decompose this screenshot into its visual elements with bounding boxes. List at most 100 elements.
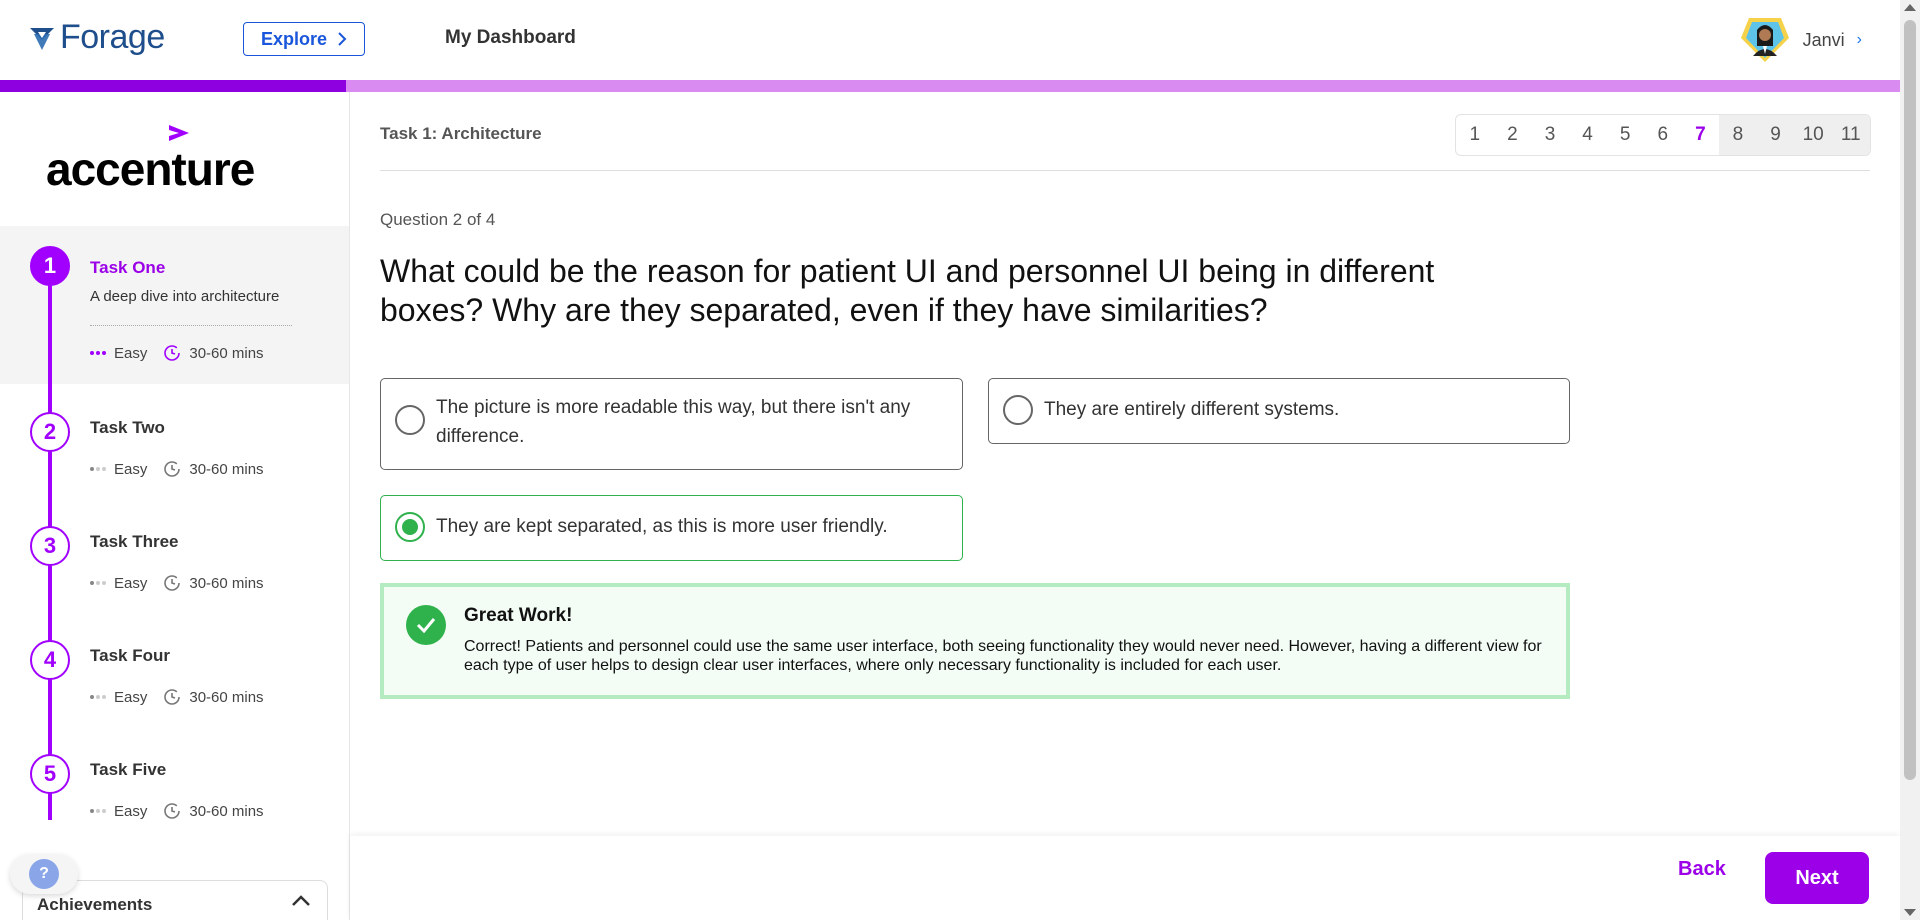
task-number-badge: 2 — [30, 412, 70, 452]
explore-button[interactable]: Explore — [243, 22, 365, 56]
page-11[interactable]: 11 — [1831, 115, 1870, 155]
task-number-badge: 3 — [30, 526, 70, 566]
feedback-box: Great Work! Correct! Patients and person… — [380, 583, 1570, 699]
difficulty-dots-icon — [90, 581, 106, 585]
task-number-badge: 1 — [30, 246, 70, 286]
task-item-5[interactable]: 5 Task Five Easy 30-60 mins — [0, 754, 349, 844]
chevron-up-icon[interactable] — [289, 891, 313, 909]
task-title: Task Four — [90, 646, 170, 665]
task-item-4[interactable]: 4 Task Four Easy 30-60 mins — [0, 640, 349, 730]
task-title: Task One — [90, 258, 166, 277]
radio-button-selected[interactable] — [395, 512, 425, 542]
task-heading: Task 1: Architecture — [380, 124, 542, 143]
scroll-up-arrow-icon[interactable] — [1904, 4, 1916, 11]
logo-text: Forage — [60, 18, 165, 56]
difficulty-dots-icon — [90, 695, 106, 699]
page-9[interactable]: 9 — [1756, 115, 1795, 155]
task-title: Task Three — [90, 532, 179, 551]
time-label: 30-60 mins — [189, 460, 264, 478]
time-label: 30-60 mins — [189, 688, 264, 706]
task-title: Task Two — [90, 418, 165, 437]
clock-icon — [164, 575, 181, 591]
page-2[interactable]: 2 — [1494, 115, 1532, 155]
task-meta: Easy 30-60 mins — [90, 802, 264, 820]
question-text: What could be the reason for patient UI … — [380, 253, 1435, 328]
difficulty-label: Easy — [114, 802, 148, 820]
difficulty-label: Easy — [114, 460, 148, 478]
page-10[interactable]: 10 — [1794, 115, 1832, 155]
question-pager: 1 2 3 4 5 6 7 8 9 10 11 — [1455, 114, 1871, 156]
page-7[interactable]: 7 — [1682, 115, 1720, 155]
explore-label: Explore — [260, 28, 328, 49]
page-1[interactable]: 1 — [1456, 115, 1494, 155]
task-number-badge: 4 — [30, 640, 70, 680]
check-icon — [406, 605, 446, 645]
difficulty-dots-icon — [90, 467, 106, 471]
brand-name: accenture — [46, 143, 255, 195]
chevron-right-icon: › — [1856, 31, 1862, 48]
answer-option-2[interactable]: They are entirely different systems. — [988, 378, 1570, 444]
difficulty-dots-icon — [90, 351, 106, 355]
answer-option-1[interactable]: The picture is more readable this way, b… — [380, 378, 963, 470]
heading-divider — [380, 170, 1870, 171]
page-8[interactable]: 8 — [1719, 115, 1757, 155]
forage-logo[interactable]: Forage — [28, 18, 165, 57]
user-name: Janvi — [1802, 29, 1845, 50]
clock-icon — [164, 689, 181, 705]
page-6[interactable]: 6 — [1644, 115, 1682, 155]
task-meta: Easy 30-60 mins — [90, 344, 264, 362]
user-menu[interactable]: Janvi › — [1739, 16, 1862, 64]
feedback-text: Correct! Patients and personnel could us… — [464, 638, 1542, 674]
page-3[interactable]: 3 — [1531, 115, 1569, 155]
task-divider — [90, 325, 292, 326]
avatar-icon — [1740, 18, 1789, 62]
forage-logo-icon — [30, 27, 54, 50]
chevron-right-icon — [338, 32, 347, 46]
help-button[interactable]: ? — [10, 854, 78, 894]
time-label: 30-60 mins — [189, 574, 264, 592]
difficulty-label: Easy — [114, 344, 148, 362]
radio-button[interactable] — [1003, 395, 1033, 425]
question-panel: Task 1: Architecture 1 2 3 4 5 6 7 8 9 10 11 Quest… — [350, 92, 1900, 920]
page-5[interactable]: 5 — [1606, 115, 1644, 155]
option-label: The picture is more readable this way, b… — [436, 397, 911, 447]
feedback-title: Great Work! — [464, 605, 573, 626]
task-sidebar: accenture 1 Task One A deep dive into ar… — [0, 92, 350, 920]
task-meta: Easy 30-60 mins — [90, 688, 264, 706]
task-meta: Easy 30-60 mins — [90, 574, 264, 592]
scroll-thumb[interactable] — [1904, 20, 1916, 780]
page-4[interactable]: 4 — [1569, 115, 1607, 155]
course-progress-bar — [0, 80, 1900, 92]
time-label: 30-60 mins — [189, 344, 264, 362]
clock-icon — [164, 461, 181, 477]
back-button[interactable]: Back — [1678, 858, 1726, 881]
help-icon: ? — [29, 859, 59, 889]
page-scrollbar[interactable] — [1900, 0, 1920, 920]
question-counter: Question 2 of 4 — [380, 210, 496, 229]
top-navbar: Forage Explore My Dashboard Janvi › — [0, 0, 1900, 80]
difficulty-dots-icon — [90, 809, 106, 813]
course-progress-fill — [0, 80, 347, 92]
clock-icon — [164, 345, 181, 361]
time-label: 30-60 mins — [189, 802, 264, 820]
action-footer: Back Next — [350, 836, 1900, 920]
answer-option-3[interactable]: They are kept separated, as this is more… — [380, 495, 963, 561]
task-item-2[interactable]: 2 Task Two Easy 30-60 mins — [0, 412, 349, 502]
difficulty-label: Easy — [114, 574, 148, 592]
difficulty-label: Easy — [114, 688, 148, 706]
next-button[interactable]: Next — [1765, 852, 1869, 904]
my-dashboard-link[interactable]: My Dashboard — [445, 27, 576, 49]
clock-icon — [164, 803, 181, 819]
option-label: They are kept separated, as this is more… — [436, 516, 888, 537]
task-title: Task Five — [90, 760, 167, 779]
scroll-down-arrow-icon[interactable] — [1904, 909, 1916, 916]
task-item-3[interactable]: 3 Task Three Easy 30-60 mins — [0, 526, 349, 616]
radio-selected-dot — [402, 519, 418, 535]
task-description: A deep dive into architecture — [90, 288, 280, 305]
task-number-badge: 5 — [30, 754, 70, 794]
radio-button[interactable] — [395, 405, 425, 435]
option-label: They are entirely different systems. — [1044, 399, 1340, 420]
achievements-label: Achievements — [37, 895, 153, 914]
task-meta: Easy 30-60 mins — [90, 460, 264, 478]
task-item-1[interactable]: 1 Task One A deep dive into architecture… — [0, 226, 349, 384]
